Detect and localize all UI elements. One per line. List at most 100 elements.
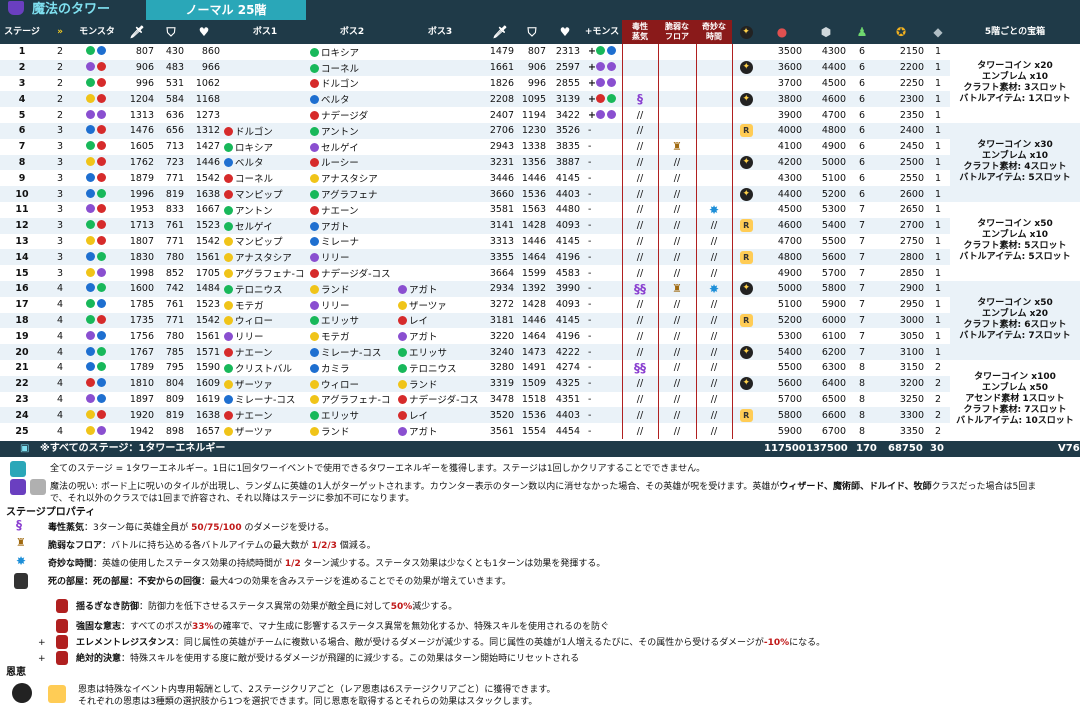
gem-cell: 1 [926,44,950,60]
speed-cell: 3 [44,201,76,218]
hero-cell: 7 [848,328,876,345]
element-icon [56,635,68,649]
fragile-cell: // [658,265,696,281]
ore-cell: 5000 [804,154,848,171]
plus-dash: - [588,409,592,421]
plus-dash: - [588,125,592,137]
color-dot [224,316,233,326]
color-dot [398,332,407,342]
strange-cell: // [695,217,733,234]
mode-tab[interactable]: ノーマル 25階 [146,0,306,20]
stage-table: 1 2 807 430 860 ロキシア 1479 807 2313 +3500 4300 6 2150… [0,44,1080,439]
toxic-swirl-icon: §§ [634,360,646,375]
death-note: 死の部屋：死の部屋：不安からの回復：最大4つの効果を含みステージを進めることでそ… [48,576,511,588]
meat-cell: 4200 [760,154,804,171]
hp2-cell: 4454 [548,423,582,439]
d2-name: 強固な意志 [76,622,122,632]
def-cell: 713 [156,138,186,155]
atk-cell: 906 [118,59,156,76]
resolve-icon [56,651,68,665]
def-cell: 819 [156,186,186,202]
atk2-cell: 2943 [484,138,516,155]
speed-cell: 3 [44,217,76,234]
plus-dash: - [588,425,592,437]
d3-end: になる。 [789,638,826,648]
boss-name: ウィロー [235,316,274,328]
monster-cell [76,280,118,297]
boss-name: ベルタ [235,158,264,170]
xp-cell: 2650 [876,201,926,218]
stage-cell: 15 [0,265,44,281]
boss2-cell: ナエーン [308,201,396,218]
plus-mark: + [588,62,596,74]
def2-cell: 1554 [516,423,548,439]
stage-cell: 14 [0,249,44,266]
boss1-cell: リリー [222,328,308,345]
table-row: 20 4 1767 785 1571 ナエーン ミレーナ-コス エリッサ 3240 1473 422… [0,344,1080,360]
hp2-cell: 2313 [548,44,582,60]
boss-name: テロニウス [235,284,283,296]
strange-end: ターン減少する。ステータス効果は少なくとも1ターンは効果を発揮する。 [303,559,606,569]
hp-cell: 1542 [186,170,222,187]
meat-cell: 4000 [760,122,804,139]
hp2-cell: 2597 [548,59,582,76]
table-row: 7 3 1605 713 1427 ロキシア セルゲイ 2943 1338 3835- // ♜ 410… [0,138,1080,155]
monster-cell [76,265,118,281]
blessing-cell [731,138,760,155]
plus-monster-cell: - [582,375,622,392]
boss-name: アガト [321,221,350,233]
hp-cell: 1561 [186,328,222,345]
boss1-cell: ザーツァ [222,423,308,439]
d3-val: -10% [763,638,790,648]
boss1-cell: ミレーナ-コス [222,391,308,408]
color-dot [310,379,319,389]
ore-cell: 4900 [804,138,848,155]
def-cell: 771 [156,312,186,329]
color-dot [595,46,605,56]
boss3-cell [396,201,484,218]
def2-cell: 1491 [516,359,548,376]
plus-monster-cell: - [582,186,622,202]
total-xp: 68750 [888,443,923,454]
hp2-cell: 3526 [548,122,582,139]
boss3-cell: アガト [396,423,484,439]
monster-cell [76,359,118,376]
xp-cell: 2750 [876,233,926,250]
table-row: 6 3 1476 656 1312 ドルゴン アントン 2706 1230 3526-//R 400… [0,122,1080,202]
toxic-name: 毒性蒸気 [48,523,85,533]
atk2-cell: 3561 [484,423,516,439]
hp-cell: 1609 [186,375,222,392]
gem-cell: 1 [926,122,950,139]
strange-name: 奇妙な時間 [48,559,94,569]
boss-name: マンピップ [235,237,283,249]
stage-cell: 18 [0,312,44,329]
blessing-cell [731,423,760,439]
speed-cell: 3 [44,154,76,171]
hp-cell: 1657 [186,423,222,439]
hero-cell: 6 [848,138,876,155]
color-dot [224,205,233,215]
header-monster: モンスタ [79,27,115,37]
color-dot [606,62,616,72]
table-row: 21 4 1789 795 1590 クリストバル カミラ テロニウス 3280 1491 4274… [0,359,1080,439]
table-row: 10 3 1996 819 1638 マンピップ アグラフェナ 3660 1536 4403- //… [0,186,1080,202]
gem-cell: 1 [926,344,950,360]
header-reward: 5階ごとの宝箱 [984,27,1046,37]
clock-icon: ✸ [16,554,27,568]
bag-icon: ♜ [672,140,682,154]
gem-cell: 1 [926,312,950,329]
boss3-cell: テロニウス [396,359,484,376]
color-dot [310,47,319,57]
color-dot [86,156,95,166]
color-dot [310,363,319,373]
atk-cell: 1204 [118,91,156,108]
boss3-cell [396,107,484,123]
speed-cell: 3 [44,138,76,155]
def-cell: 795 [156,359,186,376]
plus-dash: - [588,393,592,405]
plus-monster-cell: - [582,407,622,424]
xp-cell: 3000 [876,312,926,329]
hp2-cell: 4093 [548,296,582,313]
color-dot [86,378,95,388]
color-dot [398,363,407,373]
